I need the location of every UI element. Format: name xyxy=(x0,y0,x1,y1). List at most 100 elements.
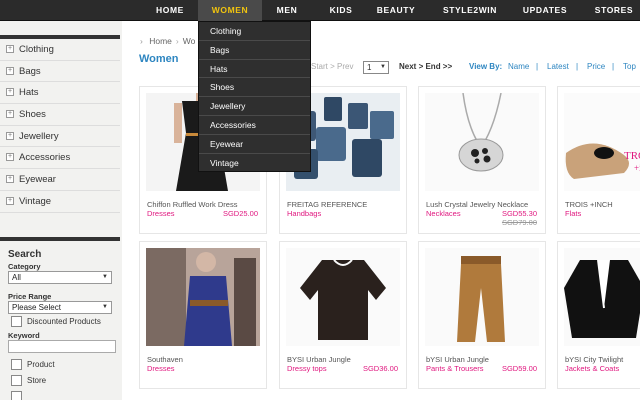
sidebar-item-label: Clothing xyxy=(19,44,54,55)
nav-kids[interactable]: KIDS xyxy=(314,0,368,21)
pager-end[interactable]: End xyxy=(425,62,440,71)
chevron-down-icon: ▼ xyxy=(102,304,108,310)
keyword-input[interactable] xyxy=(8,340,116,353)
breadcrumb-arrow-icon: › xyxy=(140,36,143,46)
brand-logo-trois: TROIS xyxy=(624,150,640,162)
menu-item-eyewear[interactable]: Eyewear xyxy=(199,135,310,154)
expand-icon[interactable]: + xyxy=(6,88,14,97)
breadcrumb-home[interactable]: Home xyxy=(149,36,172,46)
product-image-southaven[interactable] xyxy=(146,248,260,346)
product-card: Lush Crystal Jewelry Necklace Necklaces … xyxy=(418,86,546,234)
category-list: + Clothing + Bags + Hats + Shoes + Jewellery … xyxy=(0,35,120,213)
extra-checkbox[interactable] xyxy=(11,391,22,400)
sidebar-item-clothing[interactable]: + Clothing xyxy=(0,39,120,61)
breadcrumb-current[interactable]: Wo xyxy=(183,36,196,46)
product-category[interactable]: Dresses xyxy=(147,209,175,218)
product-name[interactable]: TROIS +INCH xyxy=(565,200,613,209)
product-card: bYSI City Twilight Jackets & Coats xyxy=(557,241,640,389)
product-name[interactable]: Lush Crystal Jewelry Necklace xyxy=(426,200,528,209)
keyword-label: Keyword xyxy=(8,331,40,340)
price-range-select-value: Please Select xyxy=(12,303,61,312)
product-price: SGD25.00 xyxy=(222,209,258,218)
nav-men[interactable]: MEN xyxy=(262,0,312,21)
menu-item-jewellery[interactable]: Jewellery xyxy=(199,97,310,116)
product-category[interactable]: Jackets & Coats xyxy=(565,364,619,373)
brand-logo-inch: +inch xyxy=(634,163,640,173)
store-label: Store xyxy=(27,376,47,385)
page-select-value: 1 xyxy=(367,63,372,72)
menu-item-shoes[interactable]: Shoes xyxy=(199,78,310,98)
expand-icon[interactable]: + xyxy=(6,110,14,119)
product-image-flats[interactable]: TROIS +inch xyxy=(564,93,640,191)
product-name[interactable]: BYSI Urban Jungle xyxy=(287,355,351,364)
product-image-jacket[interactable] xyxy=(564,248,640,346)
menu-item-bags[interactable]: Bags xyxy=(199,41,310,60)
product-category[interactable]: Flats xyxy=(565,209,581,218)
pager-start[interactable]: Start xyxy=(311,62,328,71)
product-price: SGD36.00 xyxy=(362,364,398,373)
nav-stores[interactable]: STORES xyxy=(588,0,640,21)
sidebar-item-hats[interactable]: + Hats xyxy=(0,82,120,105)
pager-next[interactable]: Next xyxy=(399,62,416,71)
menu-item-accessories[interactable]: Accessories xyxy=(199,116,310,135)
menu-item-vintage[interactable]: Vintage xyxy=(199,154,310,173)
expand-icon[interactable]: + xyxy=(6,175,14,184)
pager-prev[interactable]: Prev xyxy=(337,62,353,71)
product-option: Product xyxy=(8,358,120,374)
category-select[interactable]: All ▼ xyxy=(8,271,112,284)
view-by-label: View By: xyxy=(469,62,503,71)
sidebar-item-label: Shoes xyxy=(19,109,46,121)
menu-item-hats[interactable]: Hats xyxy=(199,60,310,79)
sort-by-latest[interactable]: Latest xyxy=(547,62,569,71)
menu-item-clothing[interactable]: Clothing xyxy=(199,22,310,41)
product-image-top[interactable] xyxy=(286,248,400,346)
chevron-down-icon: ▼ xyxy=(102,274,108,280)
product-name[interactable]: Southaven xyxy=(147,355,183,364)
sidebar-item-eyewear[interactable]: + Eyewear xyxy=(0,169,120,191)
product-category[interactable]: Dresses xyxy=(147,364,175,373)
sidebar-item-jewellery[interactable]: + Jewellery xyxy=(0,126,120,148)
breadcrumb-separator-icon: › xyxy=(175,36,179,46)
nav-updates[interactable]: UPDATES xyxy=(514,0,576,21)
product-label: Product xyxy=(27,360,55,369)
search-title: Search xyxy=(8,249,42,260)
expand-icon[interactable]: + xyxy=(6,196,14,205)
product-category[interactable]: Dressy tops xyxy=(287,364,327,373)
chevron-down-icon: ▼ xyxy=(380,64,386,70)
nav-beauty[interactable]: BEAUTY xyxy=(368,0,424,21)
product-checkbox[interactable] xyxy=(11,359,22,370)
sort-by-name[interactable]: Name xyxy=(508,62,529,71)
sort-by-price[interactable]: Price xyxy=(587,62,605,71)
expand-icon[interactable]: + xyxy=(6,131,14,140)
product-category[interactable]: Handbags xyxy=(287,209,321,218)
product-price: SGD55.30 xyxy=(501,209,537,218)
sort-by-top[interactable]: Top xyxy=(623,62,636,71)
store-checkbox[interactable] xyxy=(11,375,22,386)
expand-icon[interactable]: + xyxy=(6,45,14,53)
sidebar-item-bags[interactable]: + Bags xyxy=(0,61,120,83)
product-category[interactable]: Pants & Trousers xyxy=(426,364,484,373)
product-old-price: SGD79.00 xyxy=(501,218,537,227)
product-name[interactable]: bYSI City Twilight xyxy=(565,355,623,364)
product-image-necklace[interactable] xyxy=(425,93,539,191)
expand-icon[interactable]: + xyxy=(6,153,14,162)
nav-women[interactable]: WOMEN xyxy=(198,0,262,21)
product-name[interactable]: FREITAG REFERENCE xyxy=(287,200,367,209)
page-select[interactable]: 1 ▼ xyxy=(363,61,389,74)
sidebar-item-accessories[interactable]: + Accessories xyxy=(0,147,120,170)
sidebar-item-shoes[interactable]: + Shoes xyxy=(0,104,120,126)
product-image-trousers[interactable] xyxy=(425,248,539,346)
expand-icon[interactable]: + xyxy=(6,66,14,75)
pager-next-end: Next > End >> xyxy=(399,62,453,71)
price-range-label: Price Range xyxy=(8,292,52,301)
sidebar-item-label: Bags xyxy=(19,65,41,77)
price-range-select[interactable]: Please Select ▼ xyxy=(8,301,112,314)
product-name[interactable]: Chiffon Ruffled Work Dress xyxy=(147,200,237,209)
product-category[interactable]: Necklaces xyxy=(426,209,461,218)
sidebar-item-label: Accessories xyxy=(19,152,71,164)
product-name[interactable]: bYSI Urban Jungle xyxy=(426,355,489,364)
sidebar-item-vintage[interactable]: + Vintage xyxy=(0,191,120,213)
nav-home[interactable]: HOME xyxy=(142,0,198,21)
nav-style2win[interactable]: STYLE2WIN xyxy=(434,0,506,21)
discounted-products-checkbox[interactable] xyxy=(11,316,22,327)
